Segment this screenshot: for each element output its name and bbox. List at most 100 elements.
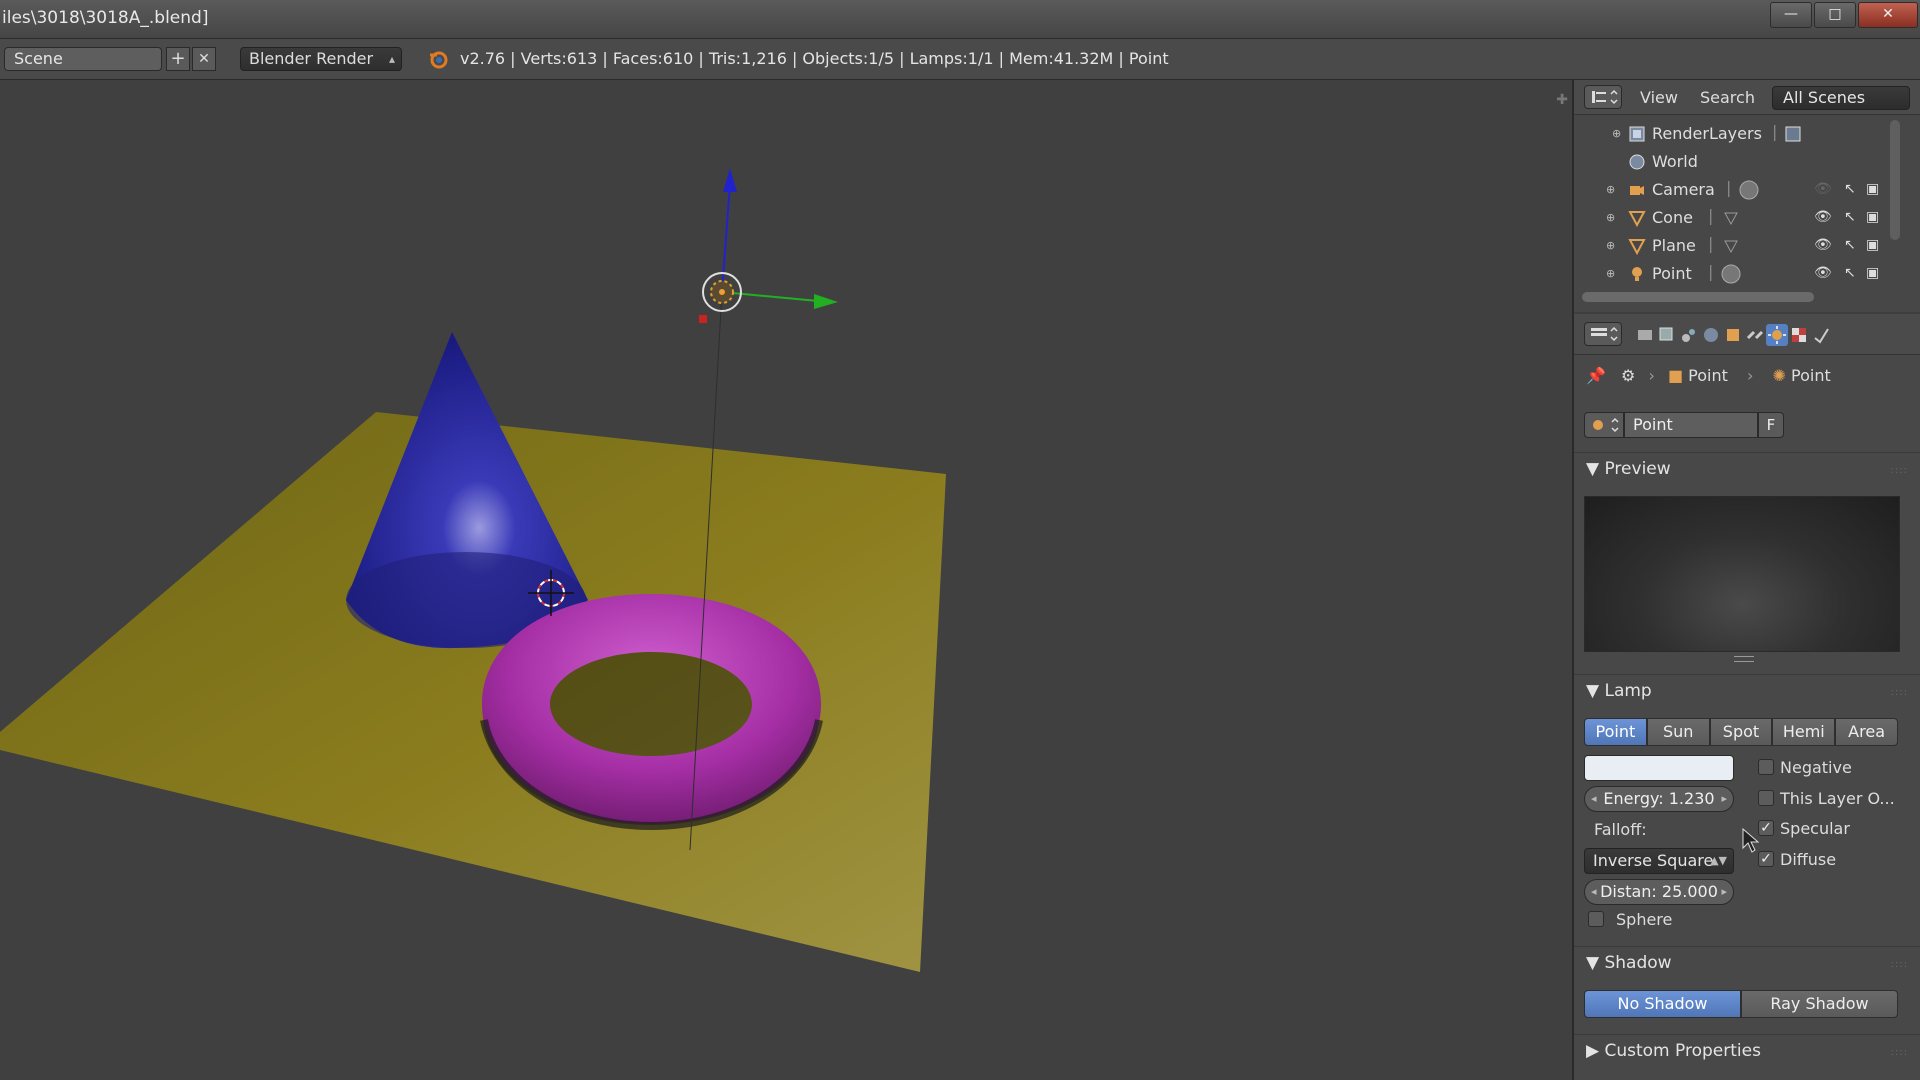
outliner-display-mode-dropdown[interactable]: All Scenes — [1772, 86, 1910, 110]
specular-label: Specular — [1780, 819, 1850, 838]
editor-type-button[interactable] — [1584, 322, 1622, 346]
lamp-color-field[interactable] — [1584, 755, 1734, 781]
breadcrumb-separator-icon: › — [1648, 366, 1655, 385]
window-controls: — □ ✕ — [1770, 2, 1918, 28]
lamp-data-tab-icon[interactable] — [1766, 324, 1788, 346]
minimize-button[interactable]: — — [1770, 2, 1812, 28]
remove-scene-button[interactable]: ✕ — [192, 47, 216, 71]
negative-label: Negative — [1780, 758, 1852, 777]
this-layer-only-checkbox[interactable] — [1758, 790, 1774, 806]
render-layers-tab-icon[interactable] — [1656, 324, 1678, 346]
region-toggle-icon[interactable]: ✚ — [1556, 92, 1568, 108]
visibility-eye-icon[interactable]: 👁 — [1814, 181, 1832, 197]
visibility-eye-icon[interactable]: 👁 — [1814, 209, 1832, 225]
specular-checkbox[interactable]: ✓ — [1758, 820, 1774, 836]
energy-field[interactable]: ◂ Energy: 1.230 ▸ — [1584, 786, 1734, 812]
increment-arrow-icon[interactable]: ▸ — [1721, 787, 1727, 811]
expand-icon[interactable]: ⊕ — [1606, 211, 1615, 224]
selectable-cursor-icon[interactable]: ↖ — [1844, 209, 1856, 225]
collapse-arrow-icon: ▼ — [1586, 459, 1600, 479]
add-scene-button[interactable]: + — [166, 47, 190, 71]
scene-name-field[interactable]: Scene — [4, 47, 162, 71]
preview-resize-handle[interactable] — [1734, 656, 1754, 662]
world-icon — [1629, 154, 1645, 170]
3d-viewport[interactable]: ✚ — [0, 80, 1572, 1080]
lamp-type-sun-button[interactable]: Sun — [1646, 718, 1710, 746]
distance-field[interactable]: ◂ Distan: 25.000 ▸ — [1584, 879, 1734, 905]
no-shadow-button[interactable]: No Shadow — [1584, 990, 1741, 1018]
scene-tab-icon[interactable] — [1678, 324, 1700, 346]
outliner-horizontal-scrollbar[interactable] — [1582, 292, 1814, 302]
close-button[interactable]: ✕ — [1858, 2, 1918, 28]
lamp-type-hemi-button[interactable]: Hemi — [1772, 718, 1836, 746]
breadcrumb: 📌 ⚙ › ■ Point › ✺ Point — [1586, 366, 1831, 385]
selectable-cursor-icon[interactable]: ↖ — [1844, 265, 1856, 281]
lamp-type-spot-button[interactable]: Spot — [1709, 718, 1773, 746]
lamp-panel-header[interactable]: ▼ Lamp :::: — [1574, 674, 1920, 709]
properties-editor: 📌 ⚙ › ■ Point › ✺ Point Point F ▼ Previe… — [1574, 314, 1920, 1080]
outliner-item-renderlayers[interactable]: ⊕ RenderLayers | — [1574, 120, 1904, 148]
shadow-panel-title: Shadow — [1604, 953, 1672, 973]
outliner-view-menu[interactable]: View — [1640, 88, 1678, 107]
ray-shadow-button[interactable]: Ray Shadow — [1741, 990, 1898, 1018]
outliner-item-cone[interactable]: ⊕ Cone | 👁 ↖ ▣ — [1574, 204, 1904, 232]
renderable-camera-icon[interactable]: ▣ — [1866, 209, 1879, 225]
drag-handle-icon[interactable]: :::: — [1891, 465, 1908, 476]
lamp-browse-button[interactable] — [1584, 412, 1624, 438]
lamp-type-area-button[interactable]: Area — [1835, 718, 1898, 746]
render-tab-icon[interactable] — [1634, 324, 1656, 346]
expand-icon[interactable]: ⊕ — [1606, 183, 1615, 196]
pin-icon[interactable]: 📌 — [1586, 366, 1606, 385]
diffuse-checkbox[interactable]: ✓ — [1758, 851, 1774, 867]
lamp-datablock-name[interactable]: Point — [1624, 412, 1758, 438]
expand-arrow-icon: ▶ — [1586, 1041, 1600, 1061]
renderable-camera-icon[interactable]: ▣ — [1866, 181, 1879, 197]
outliner-item-point[interactable]: ⊕ Point | 👁 ↖ ▣ — [1574, 260, 1904, 288]
outliner-search-menu[interactable]: Search — [1700, 88, 1755, 107]
fake-user-button[interactable]: F — [1758, 412, 1784, 438]
outliner-editor: View Search All Scenes ⊕ RenderLayers | … — [1574, 80, 1920, 312]
renderable-camera-icon[interactable]: ▣ — [1866, 237, 1879, 253]
custom-properties-panel-header[interactable]: ▶ Custom Properties :::: — [1574, 1034, 1920, 1069]
render-engine-dropdown[interactable]: Blender Render ▴ — [240, 47, 402, 71]
expand-icon[interactable]: ⊕ — [1606, 267, 1615, 280]
expand-icon[interactable]: ⊕ — [1606, 239, 1615, 252]
decrement-arrow-icon[interactable]: ◂ — [1591, 880, 1597, 904]
window-titlebar: iles\3018\3018A_.blend] — □ ✕ — [0, 0, 1920, 39]
diffuse-label: Diffuse — [1780, 850, 1837, 869]
viewport-scene[interactable] — [0, 80, 1572, 1080]
falloff-dropdown[interactable]: Inverse Square ▲▼ — [1584, 848, 1734, 874]
negative-checkbox[interactable] — [1758, 759, 1774, 775]
drag-handle-icon[interactable]: :::: — [1891, 1047, 1908, 1058]
drag-handle-icon[interactable]: :::: — [1891, 959, 1908, 970]
visibility-eye-icon[interactable]: 👁 — [1814, 237, 1832, 253]
maximize-button[interactable]: □ — [1814, 2, 1856, 28]
outliner-item-plane[interactable]: ⊕ Plane | 👁 ↖ ▣ — [1574, 232, 1904, 260]
sphere-checkbox[interactable] — [1588, 911, 1604, 927]
object-tab-icon[interactable] — [1722, 324, 1744, 346]
texture-tab-icon[interactable] — [1788, 324, 1810, 346]
outliner-item-world[interactable]: World — [1574, 148, 1904, 176]
expand-icon[interactable]: ⊕ — [1612, 127, 1621, 140]
increment-arrow-icon[interactable]: ▸ — [1721, 880, 1727, 904]
preview-panel-header[interactable]: ▼ Preview :::: — [1574, 452, 1920, 487]
outliner-item-label: Plane — [1652, 236, 1696, 255]
decrement-arrow-icon[interactable]: ◂ — [1591, 787, 1597, 811]
visibility-eye-icon[interactable]: 👁 — [1814, 265, 1832, 281]
selectable-cursor-icon[interactable]: ↖ — [1844, 237, 1856, 253]
constraints-tab-icon[interactable] — [1744, 324, 1766, 346]
lamp-type-point-button[interactable]: Point — [1584, 718, 1647, 746]
selectable-cursor-icon[interactable]: ↖ — [1844, 181, 1856, 197]
shadow-panel-header[interactable]: ▼ Shadow :::: — [1574, 946, 1920, 981]
render-engine-label: Blender Render — [249, 49, 374, 68]
drag-handle-icon[interactable]: :::: — [1891, 687, 1908, 698]
falloff-label: Falloff: — [1594, 820, 1647, 839]
breadcrumb-data: Point — [1791, 366, 1831, 385]
physics-tab-icon[interactable] — [1810, 324, 1832, 346]
mesh-data-icon — [1724, 212, 1738, 226]
editor-type-button[interactable] — [1584, 85, 1622, 109]
renderable-camera-icon[interactable]: ▣ — [1866, 265, 1879, 281]
outliner-item-camera[interactable]: ⊕ Camera | 👁 ↖ ▣ — [1574, 176, 1904, 204]
world-tab-icon[interactable] — [1700, 324, 1722, 346]
outliner-vertical-scrollbar[interactable] — [1890, 120, 1900, 240]
